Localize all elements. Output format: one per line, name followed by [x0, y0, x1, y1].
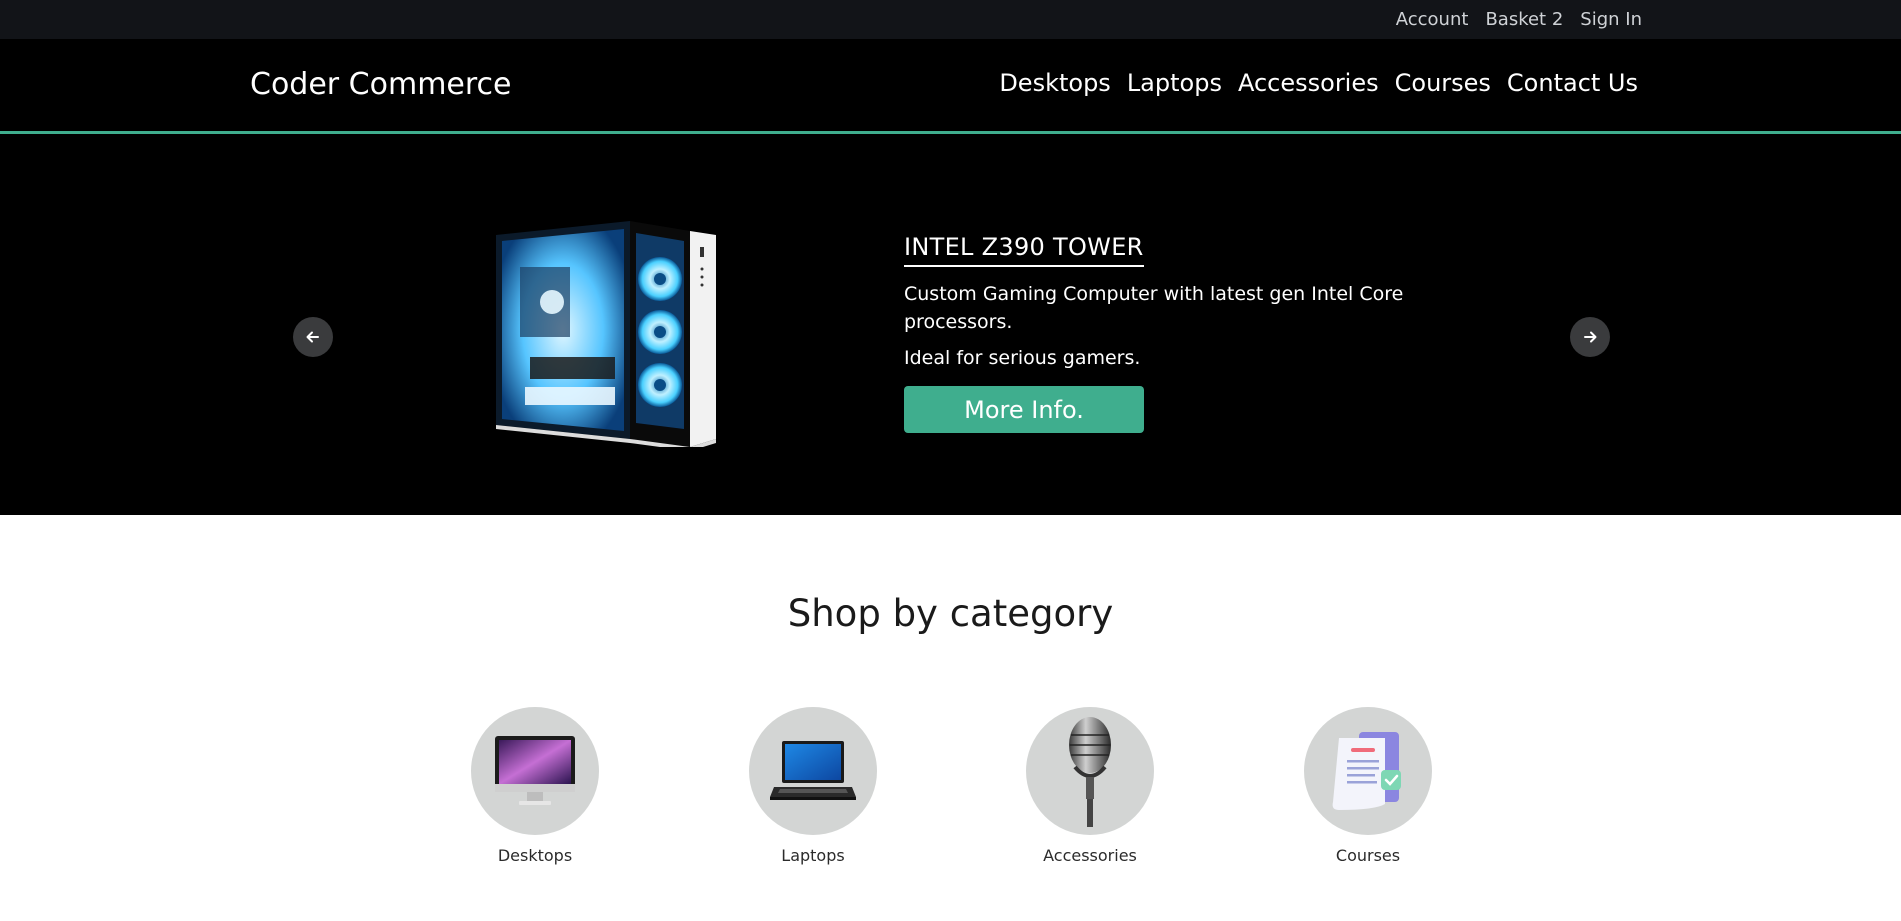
category-accessories-label: Accessories: [1043, 846, 1137, 865]
nav-courses[interactable]: Courses: [1395, 69, 1491, 97]
laptop-icon: [770, 741, 856, 800]
shop-by-category-title: Shop by category: [787, 592, 1114, 635]
more-info-button[interactable]: More Info.: [904, 386, 1144, 433]
category-laptops-label: Laptops: [781, 846, 845, 865]
arrow-right-icon: [1584, 331, 1597, 343]
carousel-prev-button[interactable]: [293, 317, 333, 357]
nav-desktops[interactable]: Desktops: [999, 69, 1110, 97]
nav-laptops[interactable]: Laptops: [1127, 69, 1222, 97]
gaming-tower-image: [496, 221, 716, 447]
category-accessories-circle: [1026, 707, 1154, 835]
category-desktops-circle: [471, 707, 599, 835]
category-desktops-label: Desktops: [497, 846, 573, 865]
slide-content: INTEL Z390 TOWER Custom Gaming Computer …: [904, 233, 1424, 433]
document-icon: [1332, 732, 1401, 810]
brand-logo[interactable]: Coder Commerce: [250, 67, 512, 102]
category-courses-circle: [1304, 707, 1432, 835]
top-utility-bar: Account Basket 2 Sign In: [0, 0, 1901, 39]
hero-carousel: INTEL Z390 TOWER Custom Gaming Computer …: [0, 134, 1901, 515]
category-courses-label: Courses: [1335, 846, 1401, 865]
main-nav: Desktops Laptops Accessories Courses Con…: [999, 69, 1638, 97]
slide-note: Ideal for serious gamers.: [904, 347, 1141, 369]
utility-links: Account Basket 2 Sign In: [1396, 0, 1642, 39]
desktop-icon: [495, 736, 575, 805]
main-header: Coder Commerce Desktops Laptops Accessor…: [0, 39, 1901, 134]
category-accessories[interactable]: Accessories: [1010, 707, 1170, 865]
category-laptops-circle: [749, 707, 877, 835]
sign-in-link[interactable]: Sign In: [1580, 9, 1642, 30]
nav-accessories[interactable]: Accessories: [1238, 69, 1379, 97]
microphone-icon: [1069, 717, 1111, 827]
category-courses[interactable]: Courses: [1288, 707, 1448, 865]
category-desktops[interactable]: Desktops: [455, 707, 615, 865]
slide-description: Custom Gaming Computer with latest gen I…: [904, 283, 1404, 333]
slide-title: INTEL Z390 TOWER: [904, 233, 1144, 267]
category-laptops[interactable]: Laptops: [733, 707, 893, 865]
account-link[interactable]: Account: [1396, 9, 1469, 30]
arrow-left-icon: [306, 331, 319, 343]
carousel-next-button[interactable]: [1570, 317, 1610, 357]
basket-link[interactable]: Basket 2: [1485, 9, 1563, 30]
nav-contact-us[interactable]: Contact Us: [1507, 69, 1638, 97]
